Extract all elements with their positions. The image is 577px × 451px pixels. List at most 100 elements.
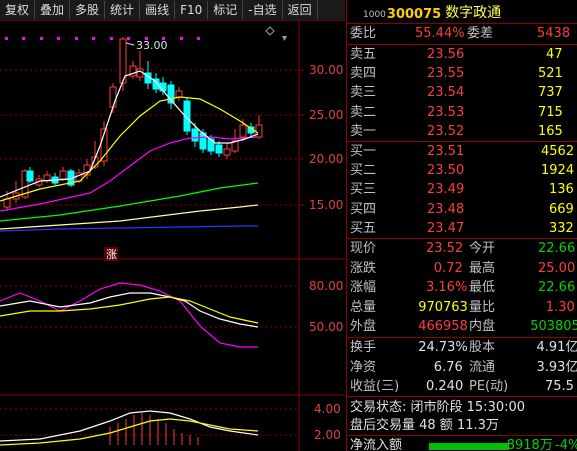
toolbar-button-fuquan[interactable]: 复权: [0, 1, 36, 19]
quote-row: 现价 23.52 今开 22.66: [347, 239, 577, 258]
ask-price: 23.56: [427, 47, 465, 62]
high-price-leader: [125, 42, 135, 46]
bid-row: 买五 23.47 332: [347, 219, 577, 238]
candle: [167, 81, 175, 109]
fundamental-label: 换手: [350, 340, 377, 355]
main-grid: [0, 69, 299, 436]
kdj-k-line: [0, 292, 259, 328]
after-hours-row: 盘后交易量 48 额 11.3万: [347, 416, 577, 435]
fundamental-label: 股本: [469, 340, 496, 355]
ask-volume: 47: [546, 47, 563, 62]
order-ratio-value: 55.44%: [415, 26, 465, 41]
ask-volume: 737: [538, 85, 563, 101]
ask-level-label: 卖三: [350, 85, 377, 101]
signal-markers: [5, 37, 200, 40]
divider: [347, 396, 577, 397]
toolbar-button-mark[interactable]: 标记: [208, 1, 244, 19]
bid-level-label: 买四: [350, 201, 377, 217]
price-axis-ticks: [299, 69, 304, 206]
bid-price: 23.48: [427, 201, 465, 217]
chart-settings-icon[interactable]: [265, 26, 275, 36]
candle: [119, 37, 127, 91]
ask-level-label: 卖一: [350, 123, 377, 139]
fundamental-label: 收益(三): [350, 379, 400, 394]
quote-row: 外盘 466958 内盘 503805: [347, 317, 577, 336]
after-hours-volume: 盘后交易量 48 额 11.3万: [350, 418, 499, 433]
kline-chart-area[interactable]: 33.00 涨 30.00 25.00 20.00 15.00 80.00 50…: [0, 21, 345, 451]
toolbar-button-statistics[interactable]: 统计: [105, 1, 141, 19]
kline-chart[interactable]: 33.00 涨 30.00 25.00 20.00 15.00 80.00 50…: [0, 21, 345, 451]
price-axis-label-25: 25.00: [309, 108, 343, 122]
candle: [255, 115, 263, 139]
bid-row: 买二 23.50 1924: [347, 161, 577, 180]
quote-value: 466958: [418, 319, 468, 335]
macd-dif-line: [0, 410, 259, 442]
net-inflow-row: 净流入额 -8918万 -4%: [347, 436, 577, 451]
macd-dea-line: [0, 418, 259, 446]
price-axis-label-20: 20.00: [309, 152, 343, 166]
ask-volume: 521: [538, 66, 563, 82]
toolbar-button-multi-stock[interactable]: 多股: [70, 1, 106, 19]
bid-level-label: 买五: [350, 220, 377, 236]
ma30-line: [0, 182, 259, 222]
order-diff-label: 委差: [467, 26, 494, 41]
bid-level-label: 买三: [350, 182, 377, 198]
fundamental-value: 24.73%: [418, 340, 468, 355]
fundamental-value: 75.5: [545, 379, 574, 394]
bid-row: 买一 23.51 4562: [347, 142, 577, 161]
quote-label: 量比: [469, 299, 496, 315]
stock-code-prefix: 1000: [363, 10, 386, 20]
toolbar-button-overlay[interactable]: 叠加: [35, 1, 71, 19]
quote-label: 最低: [469, 280, 496, 296]
bid-level-label: 买一: [350, 144, 377, 159]
toolbar-button-remove-watchlist[interactable]: -自选: [243, 1, 283, 19]
quote-row: 涨跌 0.72 最高 25.00: [347, 259, 577, 278]
kdj-axis-label-80: 80.00: [309, 279, 343, 293]
toolbar-button-draw-line[interactable]: 画线: [140, 1, 176, 19]
ask-price: 23.53: [427, 104, 465, 120]
fundamental-value: 6.76: [433, 359, 463, 375]
fundamental-row: 换手 24.73% 股本 4.91亿: [347, 338, 577, 357]
net-inflow-label: 净流入额: [350, 438, 403, 451]
bid-volume: 136: [549, 182, 574, 198]
bid-volume: 332: [549, 220, 574, 236]
ask-row: 卖四 23.55 521: [347, 64, 577, 83]
quote-label: 涨幅: [350, 280, 377, 296]
chart-dropdown-icon[interactable]: [282, 36, 287, 41]
bid-level-label: 买二: [350, 163, 377, 179]
order-diff-value: 5438: [537, 26, 571, 41]
candles: [3, 37, 263, 211]
fundamental-value: 4.91亿: [536, 340, 577, 355]
order-ratio-row: 委比 55.44% 委差 5438: [347, 24, 577, 43]
quote-value: 22.66: [538, 241, 576, 256]
quote-label: 涨跌: [350, 260, 377, 276]
fundamental-row: 净资 6.76 流通 3.93亿: [347, 358, 577, 377]
stock-code: 300075: [386, 7, 442, 22]
toolbar-button-f10[interactable]: F10: [175, 1, 209, 19]
candle: [199, 129, 207, 153]
bid-price: 23.47: [427, 220, 465, 236]
net-inflow-bar: [429, 443, 509, 450]
net-inflow-value: -8918万: [502, 438, 553, 451]
kdj-axis-label-50: 50.00: [309, 320, 343, 334]
toolbar-button-back[interactable]: 返回: [283, 1, 318, 19]
fundamental-row: 收益(三) 0.240 PE(动) 75.5: [347, 377, 577, 396]
ask-row: 卖三 23.54 737: [347, 83, 577, 102]
quote-label: 今开: [469, 241, 496, 256]
quote-row: 涨幅 3.16% 最低 22.66: [347, 278, 577, 297]
ask-level-label: 卖四: [350, 66, 377, 82]
ask-row: 卖二 23.53 715: [347, 103, 577, 122]
trade-status-row: 交易状态: 闭市阶段 15:30:00: [347, 398, 577, 417]
quote-label: 外盘: [350, 319, 377, 335]
toolbar: 复权 叠加 多股 统计 画线 F10 标记 -自选 返回: [0, 0, 345, 21]
ask-row: 卖一 23.52 165: [347, 122, 577, 141]
macd-axis-label-2: 2.00: [314, 428, 341, 442]
candle: [129, 61, 137, 79]
price-axis-label-15: 15.00: [309, 198, 343, 212]
bid-volume: 4562: [541, 144, 575, 159]
stock-name: 数字政通: [445, 5, 502, 21]
bid-row: 买三 23.49 136: [347, 180, 577, 199]
bid-price: 23.51: [427, 144, 465, 159]
ask-volume: 165: [538, 123, 563, 139]
quote-label: 总量: [350, 299, 377, 315]
